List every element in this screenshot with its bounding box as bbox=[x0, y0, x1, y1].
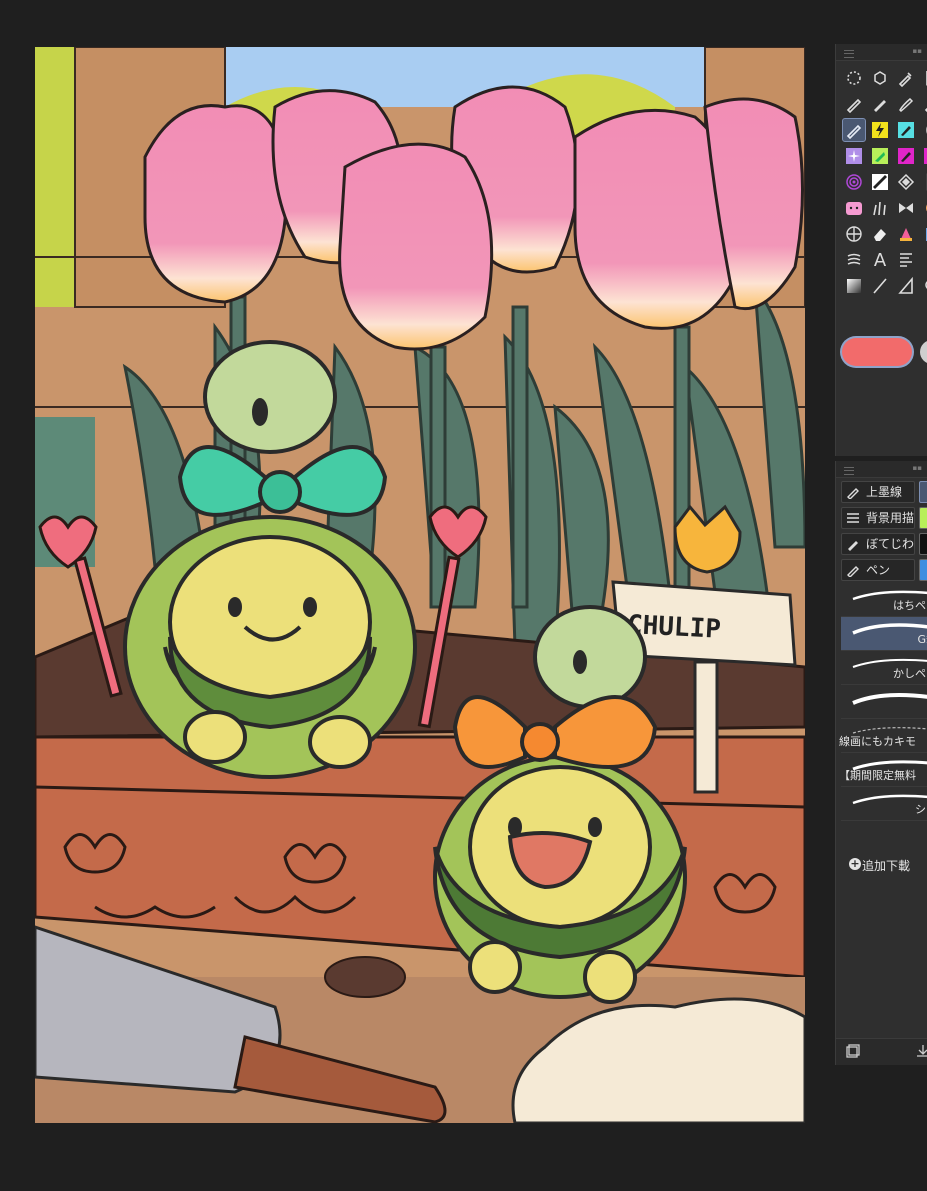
main-color-swatch[interactable] bbox=[842, 338, 912, 366]
pattern-brush-icon[interactable] bbox=[868, 170, 892, 194]
tool-grid: A bbox=[842, 66, 927, 299]
brush-item[interactable]: シミ bbox=[841, 787, 927, 821]
orange-icon[interactable] bbox=[920, 196, 927, 220]
panel-menu-icon[interactable]: ▪▪ bbox=[913, 464, 923, 472]
pen-icon bbox=[847, 488, 859, 499]
brush-item[interactable] bbox=[841, 685, 927, 719]
brush-item[interactable]: 線画にもカキモ bbox=[839, 719, 927, 753]
pen-icon[interactable] bbox=[842, 92, 866, 116]
cat-face-icon[interactable] bbox=[842, 196, 866, 220]
blue-square-icon[interactable] bbox=[920, 222, 927, 246]
sub-tool-bottom-bar bbox=[836, 1038, 927, 1065]
subtool-group-tab-right-active[interactable] bbox=[919, 481, 927, 503]
sparkle-brush-icon[interactable] bbox=[842, 144, 866, 168]
pen-alt-icon[interactable] bbox=[920, 92, 927, 116]
tool-palette-panel: ▪▪ A bbox=[835, 44, 927, 456]
pen-tool-active-icon[interactable] bbox=[842, 118, 866, 142]
subtool-settings-icon[interactable] bbox=[846, 1044, 860, 1058]
figure-icon[interactable] bbox=[894, 274, 918, 298]
subtool-group-tab-right[interactable] bbox=[919, 533, 927, 555]
download-icon[interactable] bbox=[916, 1044, 927, 1058]
subtool-group-tab-right[interactable] bbox=[919, 559, 927, 581]
letter-brush-icon[interactable] bbox=[920, 144, 927, 168]
subtool-group-tab[interactable]: ぼてじわ bbox=[841, 533, 915, 555]
text-icon[interactable]: A bbox=[868, 248, 892, 272]
spiral-icon[interactable] bbox=[842, 170, 866, 194]
brush-list: はちペン G筆 かしペン 線画にもカキモ 【期間限定無料 シミ bbox=[839, 583, 927, 821]
eyedropper-icon[interactable] bbox=[894, 66, 918, 90]
checker-icon[interactable] bbox=[894, 170, 918, 194]
subtool-group-label: ペン bbox=[866, 563, 891, 577]
brush-name: 線画にもカキモ bbox=[839, 735, 916, 748]
panel-grip-icon[interactable] bbox=[844, 467, 854, 475]
brush-stroke-preview bbox=[852, 623, 927, 635]
magenta-brush-icon[interactable] bbox=[894, 144, 918, 168]
brush-name: 【期間限定無料 bbox=[839, 769, 916, 782]
sub-tool-title-bar[interactable]: ▪▪ bbox=[836, 461, 927, 478]
leaf-brush-icon[interactable] bbox=[868, 144, 892, 168]
move-object-icon[interactable] bbox=[868, 66, 892, 90]
ellipse-icon[interactable] bbox=[920, 118, 927, 142]
frame-icon[interactable] bbox=[894, 248, 918, 272]
drawing-canvas[interactable]: CHULIP bbox=[35, 47, 805, 1123]
brush-name: はちペン bbox=[893, 599, 927, 612]
brush-name: シミ bbox=[915, 803, 927, 816]
brush-stroke-preview bbox=[852, 693, 927, 705]
grid-ruler-icon[interactable] bbox=[842, 222, 866, 246]
subtool-group-tab-right[interactable] bbox=[919, 507, 927, 529]
eraser-icon[interactable] bbox=[868, 222, 892, 246]
lasso-select-icon[interactable] bbox=[842, 66, 866, 90]
plus-icon: + bbox=[849, 857, 861, 870]
brush-name: G筆 bbox=[917, 633, 927, 646]
ribbon-icon[interactable] bbox=[894, 196, 918, 220]
pen-icon bbox=[847, 566, 859, 577]
add-download-button[interactable]: + 追加下載 bbox=[849, 857, 911, 874]
notebook-icon[interactable] bbox=[920, 170, 927, 194]
line-icon[interactable] bbox=[868, 274, 892, 298]
lines-icon bbox=[847, 513, 859, 523]
lightning-brush-icon[interactable] bbox=[868, 118, 892, 142]
subtool-group-label: 上墨線 bbox=[866, 485, 903, 499]
gradient-icon[interactable] bbox=[842, 274, 866, 298]
brush-item[interactable]: かしペン bbox=[841, 651, 927, 685]
subtool-group-tab[interactable]: 上墨線 bbox=[841, 481, 915, 503]
sub-tool-panel: ▪▪ 上墨線 背景用描 ぼてじわ ペン はちペン G筆 かしペン bbox=[835, 461, 927, 1065]
blank-icon[interactable] bbox=[920, 248, 927, 272]
illustration: CHULIP bbox=[35, 47, 805, 1123]
brush-item[interactable]: はちペン bbox=[841, 583, 927, 617]
brush-icon[interactable] bbox=[894, 92, 918, 116]
pencil-icon[interactable] bbox=[868, 92, 892, 116]
tool-palette-title-bar[interactable]: ▪▪ bbox=[836, 44, 927, 61]
brush-item[interactable]: 【期間限定無料 bbox=[839, 753, 927, 787]
ink-pen-icon[interactable] bbox=[894, 118, 918, 142]
add-download-label: 追加下載 bbox=[862, 859, 911, 873]
cursor-icon[interactable] bbox=[920, 66, 927, 90]
blend-icon[interactable] bbox=[842, 248, 866, 272]
cake-icon[interactable] bbox=[894, 222, 918, 246]
brush-item-selected[interactable]: G筆 bbox=[841, 617, 927, 651]
pen-icon bbox=[848, 541, 858, 551]
panel-menu-icon[interactable]: ▪▪ bbox=[913, 47, 923, 55]
subtool-group-label: ぼてじわ bbox=[866, 537, 915, 551]
subtool-group-tab[interactable]: ペン bbox=[841, 559, 915, 581]
subtool-group-tab[interactable]: 背景用描 bbox=[841, 507, 915, 529]
brush-name: かしペン bbox=[893, 667, 927, 680]
balloon-icon[interactable] bbox=[920, 274, 927, 298]
subtool-group-label: 背景用描 bbox=[866, 511, 915, 525]
color-selector bbox=[842, 338, 927, 368]
panel-grip-icon[interactable] bbox=[844, 50, 854, 58]
sub-color-swatch[interactable] bbox=[920, 340, 927, 364]
grass-brush-icon[interactable] bbox=[868, 196, 892, 220]
